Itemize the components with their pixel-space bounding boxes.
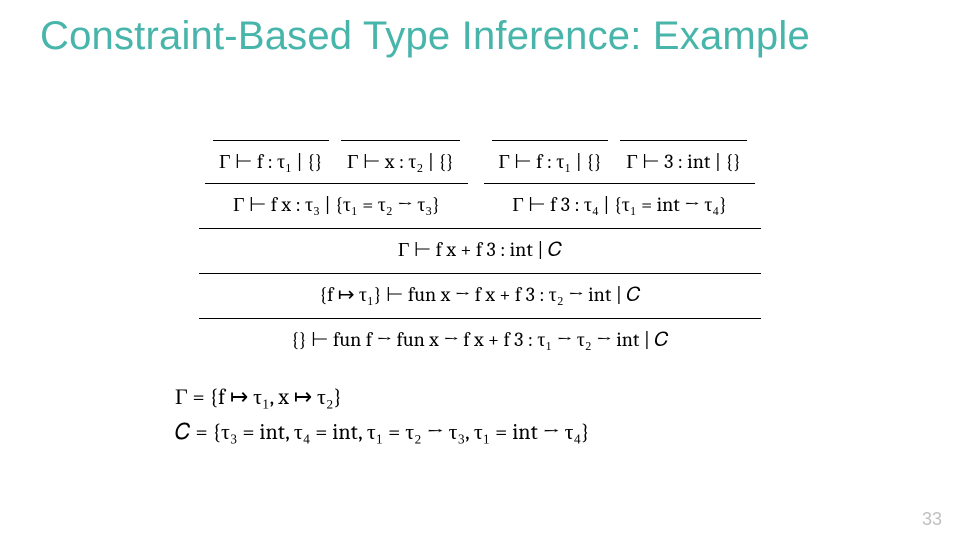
slide: Constraint-Based Type Inference: Example… xyxy=(0,0,960,540)
axiom-f-tau1-l: Γ ⊢ f : τ₁ | {} xyxy=(213,140,329,181)
axiom-x-tau2: Γ ⊢ x : τ₂ | {} xyxy=(341,140,460,181)
judgement-f3: Γ ⊢ f 3 : τ₄ | {τ₁ = int → τ₄} xyxy=(484,184,755,224)
definition-C: 𝐶 = {τ₃ = int, τ₄ = int, τ₁ = τ₂ → τ₃, τ… xyxy=(175,415,590,450)
judgement-fx-plus-f3: Γ ⊢ f x + f 3 : int | 𝐶 xyxy=(199,231,761,274)
judgement-fun-f: {} ⊢ fun f → fun x → f x + f 3 : τ₁ → τ₂… xyxy=(199,321,761,359)
derivation-tree: Γ ⊢ f : τ₁ | {} Γ ⊢ x : τ₂ | {} Γ ⊢ f x … xyxy=(199,140,761,359)
page-number: 33 xyxy=(922,509,942,530)
axiom-3-int: Γ ⊢ 3 : int | {} xyxy=(620,140,747,181)
axiom-f-tau1-r: Γ ⊢ f : τ₁ | {} xyxy=(492,140,608,181)
judgement-fun-x: {f ↦ τ₁} ⊢ fun x → f x + f 3 : τ₂ → int … xyxy=(199,276,761,314)
definition-gamma: Γ = {f ↦ τ₁, x ↦ τ₂} xyxy=(175,380,590,415)
definitions: Γ = {f ↦ τ₁, x ↦ τ₂} 𝐶 = {τ₃ = int, τ₄ =… xyxy=(175,380,590,450)
slide-title: Constraint-Based Type Inference: Example xyxy=(40,14,810,59)
judgement-fx: Γ ⊢ f x : τ₃ | {τ₁ = τ₂ → τ₃} xyxy=(205,184,468,224)
